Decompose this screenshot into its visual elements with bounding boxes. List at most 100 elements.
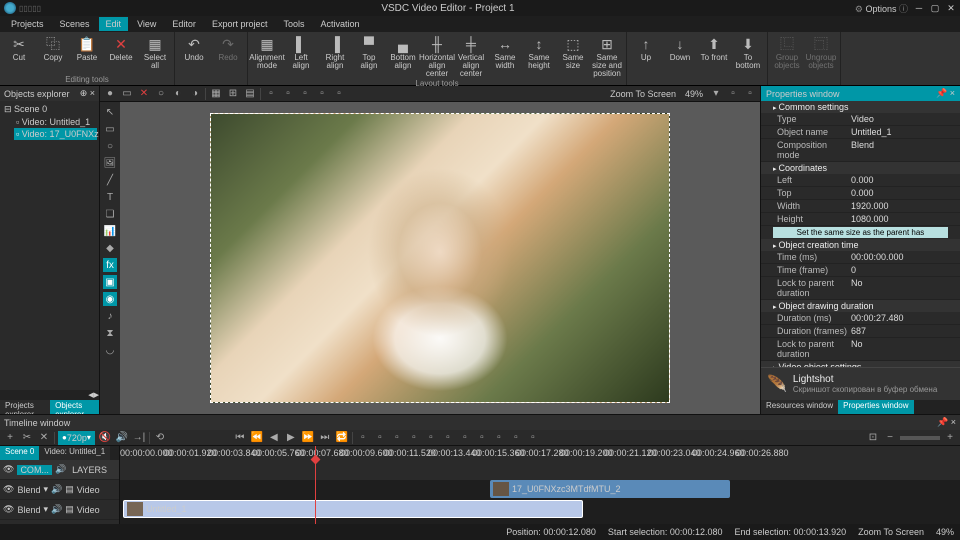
same-h-button[interactable]: ↕Same height <box>523 34 555 78</box>
minimize-button[interactable]: ─ <box>914 3 924 13</box>
prop-row[interactable]: Width1920.000 <box>761 200 960 213</box>
prop-pin[interactable]: 📌 × <box>936 88 955 99</box>
vtool-fx2[interactable]: ▣ <box>103 275 117 289</box>
tool-circle[interactable]: ○ <box>154 87 168 101</box>
vtool-fx3[interactable]: ◉ <box>103 292 117 306</box>
tool-shape1[interactable]: ◐ <box>171 87 185 101</box>
prop-row[interactable]: Left0.000 <box>761 174 960 187</box>
h-center-button[interactable]: ╫Horizontal align center <box>421 34 453 78</box>
vtool-anim[interactable]: ◡ <box>103 343 117 357</box>
vtool-tooltip[interactable]: ❏ <box>103 207 117 221</box>
scroll-right[interactable]: ▶ <box>94 391 99 399</box>
prop-section[interactable]: Coordinates <box>761 162 960 174</box>
tl-vol[interactable]: 🔊 <box>115 431 129 445</box>
tl-t4[interactable]: ▫ <box>407 431 421 445</box>
track-row[interactable]: 👁Blend▾🔊▤Video <box>0 480 119 500</box>
prop-row[interactable]: Lock to parent durationNo <box>761 338 960 361</box>
tl-fwd[interactable]: ⏩ <box>301 431 315 445</box>
vtool-chart[interactable]: 📊 <box>103 224 117 238</box>
tool-snap[interactable]: ⊞ <box>226 87 240 101</box>
tab-resources[interactable]: Resources window <box>761 400 838 414</box>
preview-canvas[interactable] <box>120 102 760 414</box>
tl-t8[interactable]: ▫ <box>475 431 489 445</box>
tl-tab-scene[interactable]: Scene 0 <box>0 446 39 460</box>
tool-close[interactable]: ✕ <box>137 87 151 101</box>
vtool-line[interactable]: ╱ <box>103 173 117 187</box>
prop-row[interactable]: Composition modeBlend <box>761 139 960 162</box>
maximize-button[interactable]: ▢ <box>930 3 940 13</box>
left-align-button[interactable]: ▌Left align <box>285 34 317 78</box>
restab-com[interactable]: COM... <box>17 465 52 475</box>
prop-row[interactable]: Object nameUntitled_1 <box>761 126 960 139</box>
tl-add[interactable]: + <box>3 431 17 445</box>
tl-zoomfit[interactable]: ⊡ <box>866 431 880 445</box>
tool-e[interactable]: ▫ <box>332 87 346 101</box>
menu-projects[interactable]: Projects <box>4 17 51 31</box>
prop-row[interactable]: TypeVideo <box>761 113 960 126</box>
prop-action-button[interactable]: Set the same size as the parent has <box>773 227 948 238</box>
menu-editor[interactable]: Editor <box>165 17 203 31</box>
tl-t6[interactable]: ▫ <box>441 431 455 445</box>
group-button[interactable]: ⿺Group objects <box>771 34 803 83</box>
tl-del[interactable]: ✕ <box>37 431 51 445</box>
vtool-text[interactable]: T <box>103 190 117 204</box>
menu-activation[interactable]: Activation <box>313 17 366 31</box>
prop-row[interactable]: Time (frame)0 <box>761 264 960 277</box>
tl-start[interactable]: ⏮ <box>233 431 247 445</box>
prop-section[interactable]: Object drawing duration <box>761 300 960 312</box>
clip-lower[interactable]: Untitled_1 <box>123 500 583 518</box>
tree-scene[interactable]: ⊟ Scene 0 <box>2 103 97 116</box>
tool-grid[interactable]: ▦ <box>209 87 223 101</box>
tool-record[interactable]: ● <box>103 87 117 101</box>
redo-button[interactable]: ↷Redo <box>212 34 244 83</box>
playhead[interactable] <box>315 446 316 524</box>
vtool-ellipse[interactable]: ○ <box>103 139 117 153</box>
same-sp-button[interactable]: ⊞Same size and position <box>591 34 623 78</box>
undo-button[interactable]: ↶Undo <box>178 34 210 83</box>
zoom-value[interactable]: 49% <box>682 89 706 99</box>
tl-mute[interactable]: 🔇 <box>98 431 112 445</box>
tl-zoomout[interactable]: − <box>883 431 897 445</box>
vtool-fx1[interactable]: fx <box>103 258 117 272</box>
tool-g[interactable]: ▫ <box>743 87 757 101</box>
tool-c[interactable]: ▫ <box>298 87 312 101</box>
ungroup-button[interactable]: ⿹Ungroup objects <box>805 34 837 83</box>
tl-t11[interactable]: ▫ <box>526 431 540 445</box>
right-align-button[interactable]: ▐Right align <box>319 34 351 78</box>
prop-row[interactable]: Duration (frames)687 <box>761 325 960 338</box>
track-row[interactable]: 👁Blend▾🔊▤Video <box>0 500 119 520</box>
tl-t1[interactable]: ▫ <box>356 431 370 445</box>
to-front-button[interactable]: ⬆To front <box>698 34 730 83</box>
tl-loop[interactable]: 🔁 <box>335 431 349 445</box>
tl-t10[interactable]: ▫ <box>509 431 523 445</box>
tree-item[interactable]: ▫ Video: 17_U0FNXzc3MTdf <box>14 128 97 140</box>
zoom-down-icon[interactable]: ▾ <box>709 87 723 101</box>
tl-zoom-slider[interactable] <box>900 436 940 440</box>
copy-button[interactable]: ⿻Copy <box>37 34 69 74</box>
tool-f[interactable]: ▫ <box>726 87 740 101</box>
tl-t2[interactable]: ▫ <box>373 431 387 445</box>
clip-upper[interactable]: 17_U0FNXzc3MTdfMTU_2 <box>490 480 730 498</box>
close-button[interactable]: ✕ <box>946 3 956 13</box>
tl-play[interactable]: ▶ <box>284 431 298 445</box>
cut-button[interactable]: ✂Cut <box>3 34 35 74</box>
vtool-audio[interactable]: ♪ <box>103 309 117 323</box>
tl-prev[interactable]: ⏪ <box>250 431 264 445</box>
tl-pin[interactable]: 📌 × <box>937 417 956 428</box>
prop-row[interactable]: Duration (ms)00:00:27.480 <box>761 312 960 325</box>
align-mode-button[interactable]: ▦Alignment mode <box>251 34 283 78</box>
same-size-button[interactable]: ⬚Same size <box>557 34 589 78</box>
prop-row[interactable]: Lock to parent durationNo <box>761 277 960 300</box>
prop-section[interactable]: Common settings <box>761 101 960 113</box>
top-align-button[interactable]: ▀Top align <box>353 34 385 78</box>
tl-back[interactable]: ◀ <box>267 431 281 445</box>
to-bottom-button[interactable]: ⬇To bottom <box>732 34 764 83</box>
vtool-counter[interactable]: ⧗ <box>103 326 117 340</box>
video-frame[interactable] <box>210 113 670 403</box>
bottom-align-button[interactable]: ▄Bottom align <box>387 34 419 78</box>
tl-zoomin[interactable]: + <box>943 431 957 445</box>
menu-edit[interactable]: Edit <box>99 17 129 31</box>
tool-a[interactable]: ▫ <box>264 87 278 101</box>
paste-button[interactable]: 📋Paste <box>71 34 103 74</box>
tl-sync[interactable]: ⟲ <box>153 431 167 445</box>
